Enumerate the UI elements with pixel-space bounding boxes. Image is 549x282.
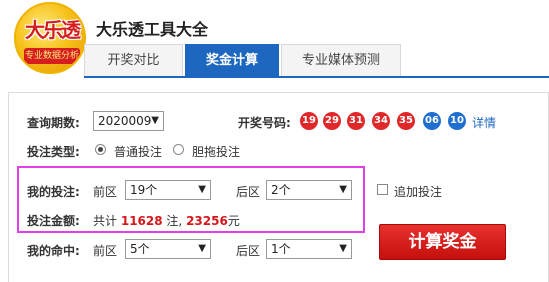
tab-media-forecast[interactable]: 专业媒体预测	[281, 44, 401, 76]
hit-front-select[interactable]: 5个 ▼	[125, 239, 211, 259]
hit-back-select[interactable]: 1个 ▼	[266, 239, 352, 259]
amount-label: 投注金额:	[27, 214, 80, 228]
notes-unit: 注,	[166, 214, 183, 228]
front-count-select[interactable]: 19个 ▼	[125, 180, 211, 200]
tab-bar: 开奖对比 奖金计算 专业媒体预测	[84, 44, 549, 78]
chevron-down-icon: ▼	[339, 184, 347, 195]
draw-numbers-label: 开奖号码:	[238, 116, 291, 130]
radio-normal-bet[interactable]	[95, 144, 106, 155]
chevron-down-icon: ▼	[198, 184, 206, 195]
front-ball: 31	[347, 112, 365, 130]
chevron-down-icon: ▼	[339, 243, 347, 254]
my-hit-label: 我的命中:	[27, 244, 80, 258]
back-ball: 06	[423, 112, 441, 130]
detail-link[interactable]: 详情	[472, 114, 496, 131]
tab-draw-compare[interactable]: 开奖对比	[84, 44, 183, 76]
chevron-down-icon: ▼	[151, 115, 159, 126]
money-amount: 23256	[186, 214, 228, 228]
front-ball: 29	[323, 112, 341, 130]
back-ball: 10	[448, 112, 466, 130]
radio-banker-label: 胆拖投注	[192, 145, 241, 159]
money-unit: 元	[227, 214, 240, 228]
back-count-select[interactable]: 2个 ▼	[266, 180, 352, 200]
tab-prize-calc[interactable]: 奖金计算	[185, 44, 279, 76]
header: 大乐透 专业数据分析 大乐透工具大全 开奖对比 奖金计算 专业媒体预测	[0, 0, 549, 80]
front-ball: 19	[300, 112, 318, 130]
logo-text: 大乐透	[25, 18, 81, 42]
my-hit-front-label: 前区	[93, 244, 118, 258]
my-bet-back-label: 后区	[236, 185, 261, 199]
my-bet-label: 我的投注:	[27, 185, 80, 199]
app-logo: 大乐透 专业数据分析	[14, 2, 86, 74]
amount-prefix: 共计	[93, 214, 118, 228]
extra-bet-label: 追加投注	[394, 185, 443, 199]
my-bet-front-label: 前区	[93, 185, 118, 199]
radio-normal-label: 普通投注	[114, 145, 163, 159]
my-hit-back-label: 后区	[236, 244, 261, 258]
notes-count: 11628	[120, 214, 163, 228]
extra-bet-checkbox[interactable]	[377, 184, 388, 195]
hit-front-value: 5个	[130, 242, 150, 256]
radio-banker-bet[interactable]	[173, 144, 184, 155]
calculate-prize-button[interactable]: 计算奖金	[379, 224, 506, 260]
logo-subtitle: 专业数据分析	[24, 48, 80, 64]
amount-summary: 共计 11628 注, 23256元	[93, 212, 240, 229]
issue-value: 2020009	[98, 114, 152, 128]
bet-type-label: 投注类型:	[27, 145, 80, 159]
issue-select[interactable]: 2020009 ▼	[93, 111, 164, 131]
hit-back-value: 1个	[271, 242, 291, 256]
front-ball: 35	[397, 112, 415, 130]
chevron-down-icon: ▼	[198, 243, 206, 254]
back-count-value: 2个	[271, 183, 291, 197]
front-count-value: 19个	[130, 183, 158, 197]
query-label: 查询期数:	[27, 116, 80, 130]
app-title: 大乐透工具大全	[96, 20, 209, 39]
front-ball: 34	[372, 112, 390, 130]
